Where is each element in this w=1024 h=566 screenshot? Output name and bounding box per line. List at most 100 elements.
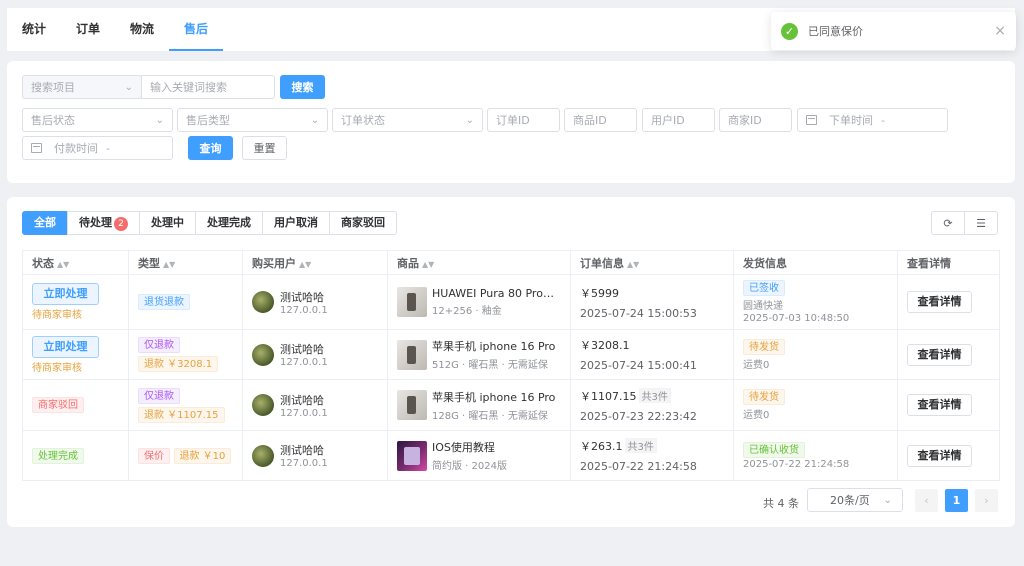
status-cell: 立即处理 待商家审核	[22, 274, 129, 330]
avatar	[252, 444, 274, 467]
chevron-down-icon: ⌄	[883, 494, 892, 506]
shipping-cell: 待发货 运费0	[733, 379, 898, 431]
buyer-name: 测试哈哈	[280, 393, 324, 407]
view-details-button[interactable]: 查看详情	[907, 343, 972, 366]
col-status[interactable]: 状态 ▲▼	[22, 250, 129, 275]
order-status-select[interactable]: 订单状态 ⌄	[332, 108, 483, 132]
col-view-details: 查看详情	[897, 250, 1000, 275]
status-tab-done[interactable]: 处理完成	[195, 211, 263, 235]
status-tag: 处理完成	[32, 447, 84, 464]
type-tag: 仅退款	[138, 337, 180, 353]
search-scope-select[interactable]: 搜索项目 ⌄	[22, 75, 142, 99]
order-time: 2025-07-22 21:24:58	[580, 460, 697, 473]
buyer-name: 测试哈哈	[280, 444, 324, 457]
avatar	[252, 343, 274, 366]
shipping-fee: 运费0	[743, 359, 770, 371]
page-button-1[interactable]: 1	[945, 489, 968, 512]
order-info-cell: ￥3208.1 2025-07-24 15:00:41	[570, 329, 734, 380]
status-tab-label: 处理完成	[207, 216, 251, 229]
tab-after-sales[interactable]: 售后	[169, 8, 224, 51]
product-thumbnail	[397, 440, 427, 471]
product-spec: 512G · 曜石黑 · 无需延保	[432, 360, 548, 371]
detail-cell: 查看详情	[897, 329, 1000, 380]
shipping-cell: 待发货 运费0	[733, 329, 898, 380]
merchant-id-placeholder: 商家ID	[728, 114, 762, 127]
tab-logistics[interactable]: 物流	[115, 8, 169, 51]
shipping-time: 2025-07-03 10:48:50	[743, 313, 850, 324]
tab-stats[interactable]: 统计	[7, 8, 61, 51]
col-buyer[interactable]: 购买用户 ▲▼	[242, 250, 388, 275]
status-subtext: 待商家审核	[32, 310, 82, 321]
type-cell: 仅退款 退款 ￥3208.1	[128, 329, 243, 380]
product-id-input[interactable]: 商品ID	[564, 108, 637, 132]
reset-button[interactable]: 重置	[242, 136, 287, 160]
product-name: IOS使用教程	[432, 441, 495, 454]
next-page-button[interactable]: ›	[975, 489, 998, 512]
column-header-label: 订单信息	[580, 256, 624, 270]
status-filter-tabs: 全部 待处理 2 处理中 处理完成 用户取消 商家驳回	[22, 211, 397, 235]
keyword-search-input[interactable]: 输入关键词搜索	[141, 75, 275, 99]
check-circle-icon: ✓	[781, 22, 798, 40]
tab-orders[interactable]: 订单	[61, 8, 115, 51]
table-row: 立即处理 待商家审核 仅退款 退款 ￥3208.1 测试哈哈 127.0.0.1 …	[22, 329, 1000, 380]
close-icon[interactable]: ×	[994, 23, 1006, 39]
sort-icon: ▲▼	[163, 259, 176, 269]
buyer-cell: 测试哈哈 127.0.0.1	[242, 274, 388, 330]
filter-panel: 搜索项目 ⌄ 输入关键词搜索 搜索 售后状态 ⌄ 售后类型 ⌄ 订单状态 ⌄ 订单ID …	[7, 61, 1015, 183]
view-details-button[interactable]: 查看详情	[907, 394, 972, 416]
table-row: 立即处理 待商家审核 退货退款 测试哈哈 127.0.0.1 HUAWEI Pur…	[22, 274, 1000, 330]
column-settings-button[interactable]: ☰	[964, 211, 998, 235]
sort-icon: ▲▼	[422, 259, 435, 269]
chevron-down-icon: ⌄	[124, 81, 133, 93]
merchant-id-input[interactable]: 商家ID	[719, 108, 792, 132]
chevron-down-icon: ⌄	[465, 114, 474, 126]
after-sale-status-select[interactable]: 售后状态 ⌄	[22, 108, 173, 132]
column-header-label: 查看详情	[907, 256, 951, 270]
order-id-input[interactable]: 订单ID	[487, 108, 560, 132]
col-type[interactable]: 类型 ▲▼	[128, 250, 243, 275]
received-time: 2025-07-22 21:24:58	[743, 458, 850, 470]
buyer-name: 测试哈哈	[280, 290, 324, 304]
col-shipping-info: 发货信息	[733, 250, 898, 275]
column-header-label: 购买用户	[252, 256, 296, 270]
shipping-status-tag: 已确认收货	[743, 441, 805, 458]
buyer-cell: 测试哈哈 127.0.0.1	[242, 430, 388, 481]
refresh-button[interactable]: ⟳	[931, 211, 965, 235]
view-details-button[interactable]: 查看详情	[907, 444, 972, 467]
item-count: 共3件	[638, 387, 671, 403]
type-tag: 退货退款	[138, 294, 190, 310]
prev-page-button[interactable]: ‹	[915, 489, 938, 512]
order-time-range[interactable]: 下单时间 -	[797, 108, 948, 132]
status-tab-label: 商家驳回	[341, 216, 385, 229]
product-cell: IOS使用教程简约版 · 2024版	[387, 430, 571, 481]
table-header-row: 状态 ▲▼ 类型 ▲▼ 购买用户 ▲▼ 商品 ▲▼ 订单信息 ▲▼ 发货信息 查看详情	[22, 250, 1000, 275]
shipping-cell: 已确认收货 2025-07-22 21:24:58	[733, 430, 898, 481]
process-now-button[interactable]: 立即处理	[32, 335, 99, 358]
col-product[interactable]: 商品 ▲▼	[387, 250, 571, 275]
shipping-status-tag: 已签收	[743, 280, 785, 296]
shipping-status-tag: 待发货	[743, 389, 785, 405]
order-price: ￥263.1	[580, 440, 623, 453]
after-sale-type-select[interactable]: 售后类型 ⌄	[177, 108, 328, 132]
process-now-button[interactable]: 立即处理	[32, 283, 99, 305]
product-cell: 苹果手机 iphone 16 Pro 128G · 曜石黑 · 无需延保	[387, 379, 571, 431]
status-tab-label: 全部	[34, 216, 56, 229]
col-order-info[interactable]: 订单信息 ▲▼	[570, 250, 734, 275]
page-size-select[interactable]: 20条/页 ⌄	[807, 488, 903, 512]
status-tab-all[interactable]: 全部	[22, 211, 68, 235]
query-button[interactable]: 查询	[188, 136, 233, 160]
view-details-button[interactable]: 查看详情	[907, 291, 972, 313]
status-tab-merchant-rejected[interactable]: 商家驳回	[329, 211, 397, 235]
status-tab-user-cancelled[interactable]: 用户取消	[262, 211, 330, 235]
search-button[interactable]: 搜索	[280, 75, 325, 99]
pay-time-range[interactable]: 付款时间 -	[22, 136, 173, 160]
status-tab-processing[interactable]: 处理中	[139, 211, 196, 235]
product-spec: 12+256 · 釉金	[432, 306, 502, 317]
status-tab-pending[interactable]: 待处理 2	[67, 211, 140, 235]
refund-amount-tag: 退款 ￥1107.15	[138, 406, 225, 423]
user-id-input[interactable]: 用户ID	[642, 108, 715, 132]
type-cell: 退货退款	[128, 274, 243, 330]
status-cell: 立即处理 待商家审核	[22, 329, 129, 380]
product-spec: 简约版 · 2024版	[432, 461, 507, 472]
status-tab-label: 处理中	[151, 216, 184, 229]
